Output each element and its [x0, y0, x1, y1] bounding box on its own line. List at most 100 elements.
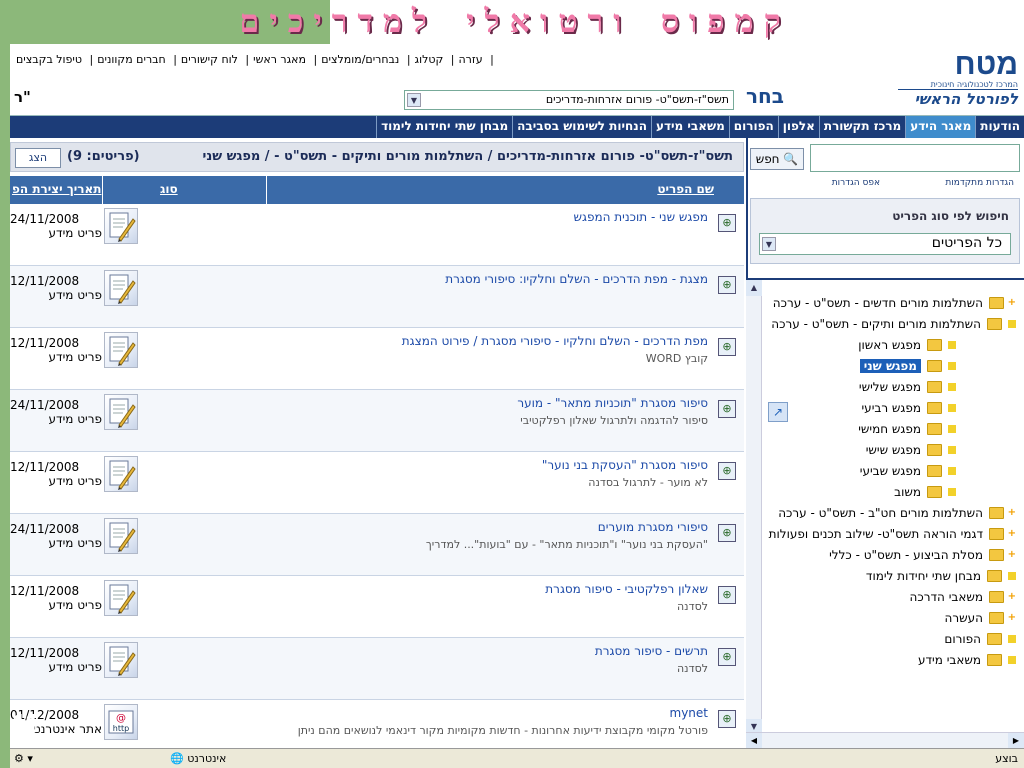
table-row[interactable]: ⊕ תרשים - סיפור מסגרת לסדנה פריט מידע 12/11/… — [10, 638, 744, 700]
tree-node-label[interactable]: מבחן שתי יחידות לימוד — [866, 569, 981, 583]
tree-node[interactable]: + השתלמות מורים חדשים - תשס"ט - ערכה — [773, 292, 1016, 313]
tree-node-label[interactable]: מפגש שביעי — [860, 464, 921, 478]
nav-item-usage-guidelines[interactable]: הנחיות לשימוש בסביבה — [512, 116, 651, 138]
forum-select[interactable]: תשס"ז-תשס"ט- פורום אזרחות-מדריכים ▼ — [404, 90, 734, 110]
tree-node-label[interactable]: דגמי הוראה תשס"ט- שילוב תכנים ופעולות — [769, 527, 983, 541]
tree-node[interactable]: מפגש שישי — [866, 439, 956, 460]
nav-item-communication-center[interactable]: מרכז תקשורת — [818, 116, 905, 138]
open-item-icon[interactable]: ⊕ — [718, 710, 736, 728]
top-link-main-repository[interactable]: מאגר ראשי — [253, 53, 306, 66]
row-title-link[interactable]: מפגש שני - תוכנית המפגש — [278, 210, 708, 224]
tree-node[interactable]: מפגש שביעי — [860, 460, 956, 481]
scroll-right-icon[interactable]: ▶ — [1008, 733, 1024, 748]
row-title-link[interactable]: סיפורי מסגרת מוערים — [278, 520, 708, 534]
row-title-link[interactable]: מצגת - מפת הדרכים - השלם וחלקיו: סיפורי … — [278, 272, 708, 286]
row-title-link[interactable]: מפת הדרכים - השלם וחלקיו - סיפורי מסגרת … — [278, 334, 708, 348]
advanced-settings-link[interactable]: הגדרות מתקדמות — [945, 178, 1014, 188]
row-title-link[interactable]: שאלון רפלקטיבי - סיפור מסגרת — [278, 582, 708, 596]
open-item-icon[interactable]: ⊕ — [718, 648, 736, 666]
table-row[interactable]: ⊕ מפת הדרכים - השלם וחלקיו - סיפורי מסגרת… — [10, 328, 744, 390]
tree-node[interactable]: השתלמות מורים ותיקים - תשס"ט - ערכה — [771, 313, 1016, 334]
tree-node[interactable]: מפגש שלישי — [859, 376, 956, 397]
open-item-icon[interactable]: ⊕ — [718, 214, 736, 232]
row-title-link[interactable]: תרשים - סיפור מסגרת — [278, 644, 708, 658]
table-row[interactable]: ⊕ סיפור מסגרת "תוכניות מתאר" - מוער סיפור … — [10, 390, 744, 452]
top-link-catalog[interactable]: קטלוג — [415, 53, 444, 66]
tree-node-label[interactable]: מפגש ראשון — [858, 338, 921, 352]
tree-node-label[interactable]: השתלמות מורים חדשים - תשס"ט - ערכה — [773, 296, 983, 310]
show-button[interactable]: הצג — [15, 148, 61, 168]
tree-node-label[interactable]: הפורום — [944, 632, 981, 646]
tree-node-label[interactable]: מפגש שלישי — [859, 380, 921, 394]
tree-node[interactable]: משאבי מידע — [918, 649, 1016, 670]
top-link-file-handling[interactable]: טיפול בקבצים — [16, 53, 82, 66]
tree-node-label[interactable]: משאבי הדרכה — [910, 590, 983, 604]
tree-node[interactable]: מפגש שני — [859, 355, 956, 376]
tree-node-label[interactable]: השתלמות מורים חט"ב - תשס"ט - ערכה — [778, 506, 983, 520]
type-filter-select[interactable]: כל הפריטים ▼ — [759, 233, 1011, 255]
open-item-icon[interactable]: ⊕ — [718, 276, 736, 294]
tree-node-label[interactable]: מפגש שישי — [866, 443, 921, 457]
scroll-up-icon[interactable]: ▲ — [746, 280, 762, 296]
search-button[interactable]: 🔍 חפש — [750, 148, 804, 170]
expand-icon[interactable]: + — [1008, 549, 1016, 560]
tree-node-label[interactable]: מפגש רביעי — [862, 401, 922, 415]
column-header-type[interactable]: סוג — [160, 182, 178, 196]
open-item-icon[interactable]: ⊕ — [718, 338, 736, 356]
nav-item-messages[interactable]: הודעות — [975, 116, 1024, 138]
open-item-icon[interactable]: ⊕ — [718, 586, 736, 604]
search-input[interactable] — [810, 144, 1020, 172]
nav-item-info-resources[interactable]: משאבי מידע — [650, 116, 729, 138]
tree-node[interactable]: מפגש חמישי — [858, 418, 956, 439]
column-header-name[interactable]: שם הפריט — [657, 182, 714, 196]
tree-node-label[interactable]: העשרה — [945, 611, 983, 625]
tree-node-label[interactable]: מסלת הביצוע - תשס"ט - כללי — [829, 548, 983, 562]
expand-icon[interactable]: + — [1008, 507, 1016, 518]
link-icon[interactable]: ↗ — [768, 402, 788, 422]
tree-node[interactable]: + העשרה — [945, 607, 1016, 628]
top-link-online-members[interactable]: חברים מקוונים — [97, 53, 165, 66]
table-row[interactable]: ⊕ שאלון רפלקטיבי - סיפור מסגרת לסדנה פריט מ… — [10, 576, 744, 638]
tree-node[interactable]: + דגמי הוראה תשס"ט- שילוב תכנים ופעולות — [769, 523, 1016, 544]
tree-node[interactable]: מפגש ראשון — [858, 334, 956, 355]
tree-node[interactable]: מבחן שתי יחידות לימוד — [866, 565, 1016, 586]
matach-logo[interactable]: מטח המרכז לטכנולוגיה חינוכית לפורטל הראש… — [898, 50, 1018, 114]
open-item-icon[interactable]: ⊕ — [718, 462, 736, 480]
expand-icon[interactable]: + — [1008, 528, 1016, 539]
nav-item-two-units-exam[interactable]: מבחן שתי יחידות לימוד — [376, 116, 512, 138]
expand-icon[interactable]: + — [1008, 297, 1016, 308]
table-row[interactable]: ⊕ מצגת - מפת הדרכים - השלם וחלקיו: סיפורי… — [10, 266, 744, 328]
expand-icon[interactable]: + — [1008, 591, 1016, 602]
nav-item-directory[interactable]: אלפון — [777, 116, 819, 138]
table-row[interactable]: ⊕ סיפור מסגרת "העסקת בני נוער" לא מוער - ל… — [10, 452, 744, 514]
reset-settings-link[interactable]: אפס הגדרות — [832, 178, 880, 188]
top-link-links-board[interactable]: לוח קישורים — [181, 53, 238, 66]
open-item-icon[interactable]: ⊕ — [718, 524, 736, 542]
chevron-down-icon[interactable]: ▼ — [407, 93, 421, 107]
row-title-link[interactable]: סיפור מסגרת "תוכניות מתאר" - מוער — [278, 396, 708, 410]
tree-node-label[interactable]: משאבי מידע — [918, 653, 981, 667]
top-link-selected[interactable]: נבחרים/מומלצים — [321, 53, 399, 66]
tree-node-label[interactable]: מפגש שני — [859, 358, 921, 373]
tree-node-label[interactable]: השתלמות מורים ותיקים - תשס"ט - ערכה — [771, 317, 981, 331]
nav-item-forum[interactable]: הפורום — [728, 116, 778, 138]
nav-item-knowledge-base[interactable]: מאגר הידע — [905, 116, 976, 138]
expand-icon[interactable]: + — [1008, 612, 1016, 623]
tree-horizontal-scrollbar[interactable]: ◀ ▶ — [746, 732, 1024, 748]
scroll-left-icon[interactable]: ◀ — [746, 733, 762, 748]
tree-node[interactable]: מפגש רביעי — [862, 397, 956, 418]
top-link-help[interactable]: עזרה — [459, 53, 483, 66]
main-portal-link[interactable]: לפורטל הראשי — [898, 89, 1018, 108]
chevron-down-icon[interactable]: ▼ — [762, 237, 776, 251]
tree-node-label[interactable]: מפגש חמישי — [858, 422, 921, 436]
row-title-link[interactable]: mynet — [278, 706, 708, 720]
tree-node[interactable]: + משאבי הדרכה — [910, 586, 1016, 607]
open-item-icon[interactable]: ⊕ — [718, 400, 736, 418]
column-header-date[interactable]: תאריך יצירת הפ — [12, 182, 101, 196]
tree-vertical-scrollbar[interactable]: ▲ ▼ — [746, 280, 762, 735]
table-row[interactable]: ⊕ mynet פורטל מקומי מקבוצת ידיעות אחרונות … — [10, 700, 744, 748]
tree-node[interactable]: + השתלמות מורים חט"ב - תשס"ט - ערכה — [778, 502, 1016, 523]
tree-node-label[interactable]: משוב — [894, 485, 921, 499]
table-row[interactable]: ⊕ סיפורי מסגרת מוערים "העסקת בני נוער" ו"ת… — [10, 514, 744, 576]
table-row[interactable]: ⊕ מפגש שני - תוכנית המפגש פריט מידע 24/11/2… — [10, 204, 744, 266]
